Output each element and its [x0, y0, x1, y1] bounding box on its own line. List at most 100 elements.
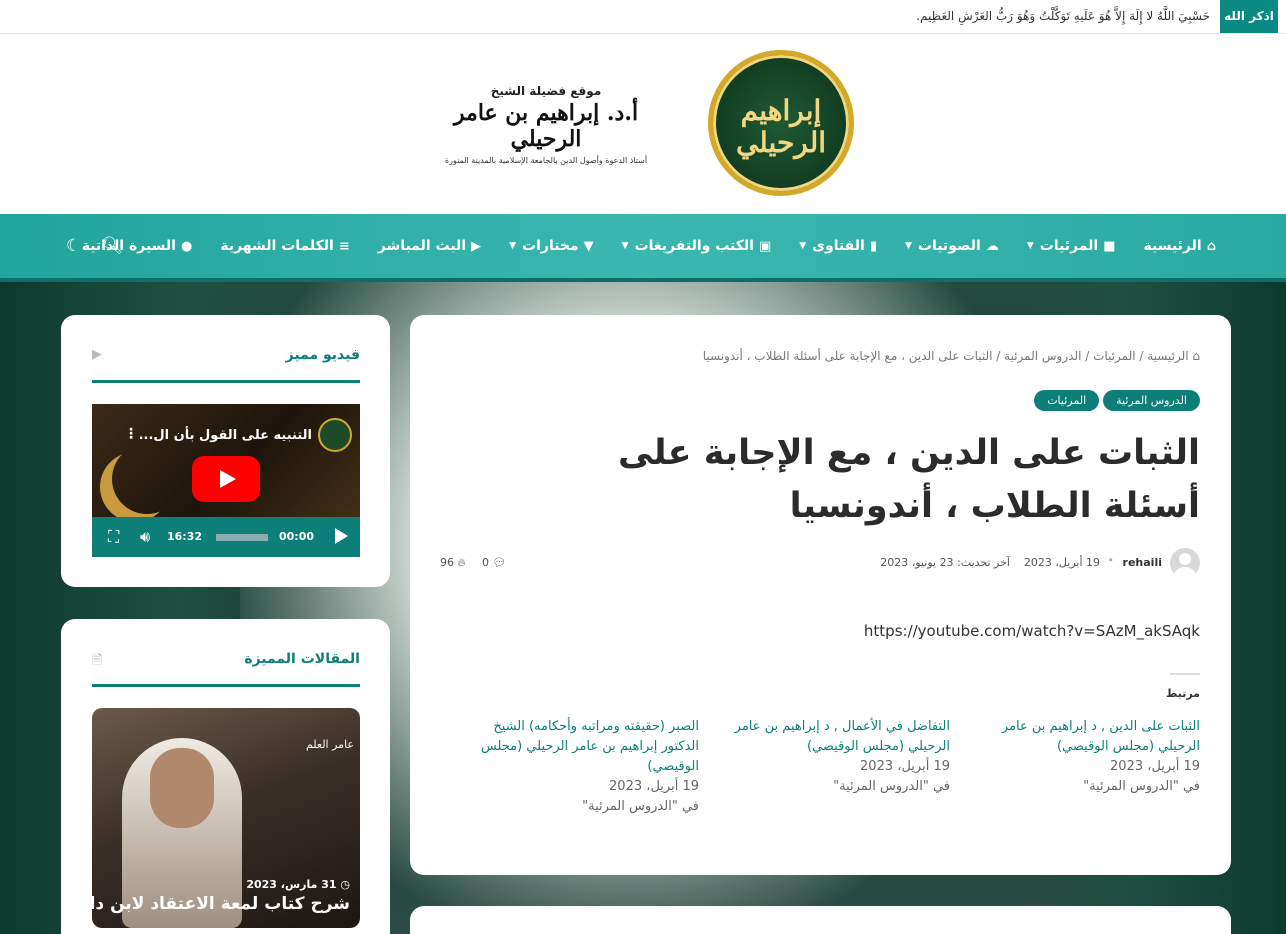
home-icon: ⌂ [1188, 349, 1200, 363]
widget-header: المقالات المميزة 🗎 [92, 649, 360, 687]
site-name: أ.د. إبراهيم بن عامر الرحيلي [453, 100, 639, 152]
sheikh-face [150, 748, 214, 828]
tag-videos[interactable]: المرئيات [1034, 390, 1100, 411]
nav-item-fatwas[interactable]: ▮ الفتاوى ▼ [799, 238, 877, 254]
breadcrumb-text: الرئيسية / المرئيات / الدروس المرئية / ا… [702, 349, 1189, 363]
nav-item-label: البث المباشر [377, 238, 467, 254]
chevron-down-icon: ▼ [799, 241, 807, 251]
widget-title: فيديو مميز [285, 347, 360, 363]
fullscreen-icon[interactable]: ⛶ [108, 527, 119, 547]
more-options-icon[interactable]: ⋮ [124, 426, 138, 442]
chevron-down-icon: ▼ [621, 241, 629, 251]
nav-item-label: المرئيات [1039, 238, 1099, 254]
nav-item-label: الكتب والتفريغات [634, 238, 754, 254]
nav-item-videos[interactable]: ■ المرئيات ▼ [1027, 238, 1116, 254]
site-logo[interactable]: إبراهيم الرحيلي [708, 50, 854, 196]
chevron-down-icon: ▼ [1026, 241, 1034, 251]
related-title[interactable]: الثبات على الدين , د إبراهيم بن عامر الر… [978, 717, 1200, 757]
bookmark-icon: ▼ [583, 238, 594, 254]
youtube-link[interactable]: https://youtube.com/watch?v=SAzM_akSAqk [864, 622, 1200, 640]
site-title-block[interactable]: موقع فضيلة الشيخ أ.د. إبراهيم بن عامر ال… [430, 84, 662, 165]
document-icon: 🗎 [92, 653, 103, 668]
article-meta: rehaili • 19 أبريل، 2023 آخر تحديث: 23 ي… [440, 548, 1200, 578]
open-book-icon: ▣ [758, 238, 772, 254]
related-item[interactable]: الصبر (حقيقته ومراتبه وأحكامه) الشيخ الد… [477, 717, 699, 817]
channel-logo: عامر العلم [305, 738, 354, 751]
cloud-icon: ☁ [985, 238, 999, 254]
video-title[interactable]: التنبيه على القول بأن ال... [139, 428, 312, 443]
nav-item-selections[interactable]: ▼ مختارات ▼ [509, 238, 594, 254]
views-value: 96 [440, 556, 454, 569]
nav-item-label: الصوتيات [917, 238, 981, 254]
site-label: موقع فضيلة الشيخ [490, 84, 602, 98]
user-icon: ● [180, 238, 193, 254]
video-icon: ■ [1103, 238, 1116, 254]
channel-avatar[interactable] [318, 418, 352, 452]
youtube-play-button[interactable] [192, 456, 260, 502]
nav-item-home[interactable]: ⌂ الرئيسية [1144, 238, 1217, 254]
current-time: 00:00 [278, 530, 314, 543]
play-icon[interactable] [335, 528, 348, 544]
comments-value: 0 [482, 556, 489, 569]
related-item[interactable]: الثبات على الدين , د إبراهيم بن عامر الر… [978, 717, 1200, 797]
related-heading: مرتبط [1166, 673, 1200, 700]
search-icon[interactable]: 🔍︎ [101, 236, 123, 256]
related-category: في "الدروس المرئية" [1083, 779, 1200, 794]
site-header: إبراهيم الرحيلي موقع فضيلة الشيخ أ.د. إب… [0, 34, 1286, 214]
widget-title: المقالات المميزة [244, 651, 360, 667]
main-nav: ⌂ الرئيسية ■ المرئيات ▼ ☁ الصوتيات ▼ ▮ الفتاوى… [0, 214, 1286, 282]
article-card: ⌂ الرئيسية / المرئيات / الدروس المرئية /… [410, 315, 1231, 875]
breadcrumb[interactable]: ⌂ الرئيسية / المرئيات / الدروس المرئية /… [703, 349, 1200, 363]
volume-icon[interactable]: 🔊︎ [140, 527, 150, 547]
nav-item-live[interactable]: ▶ البث المباشر [378, 238, 481, 254]
article-title: الثبات على الدين ، مع الإجابة على أسئلة … [617, 433, 1200, 526]
publish-date: 19 أبريل، 2023 [1023, 556, 1100, 569]
comments-icon: 💬︎ [489, 556, 507, 569]
related-title[interactable]: التفاضل في الأعمال , د إبراهيم بن عامر ا… [728, 717, 950, 757]
logo-calligraphy: إبراهيم الرحيلي [735, 94, 827, 159]
category-tags: الدروس المرئية المرئيات [1030, 390, 1200, 411]
chevron-down-icon: ▼ [509, 241, 517, 251]
player-controls: 00:00 16:32 🔊︎ ⛶ [92, 517, 360, 557]
book-icon: ▮ [869, 238, 877, 254]
featured-article-card[interactable]: عامر العلم ◷ 31 مارس، 2023 شرح كتاب لمعة… [92, 708, 360, 928]
moon-icon[interactable]: ☾ [66, 236, 81, 256]
nav-item-audio[interactable]: ☁ الصوتيات ▼ [905, 238, 999, 254]
home-icon: ⌂ [1206, 238, 1216, 254]
video-player[interactable]: التنبيه على القول بأن ال... ⋮ 00:00 16:3… [92, 404, 360, 557]
list-icon: ≡ [338, 238, 350, 254]
related-date: 19 أبريل، 2023 [609, 779, 699, 794]
related-title[interactable]: الصبر (حقيقته ومراتبه وأحكامه) الشيخ الد… [477, 717, 699, 777]
updated-date: آخر تحديث: 23 يونيو، 2023 [880, 556, 1010, 569]
nav-menu: ⌂ الرئيسية ■ المرئيات ▼ ☁ الصوتيات ▼ ▮ الفتاوى… [54, 214, 1216, 278]
nav-item-label: مختارات [522, 238, 579, 254]
related-item[interactable]: التفاضل في الأعمال , د إبراهيم بن عامر ا… [728, 717, 950, 797]
site-subtitle: أستاذ الدعوة وأصول الدين بالجامعة الإسلا… [444, 156, 648, 165]
related-date: 19 أبريل، 2023 [860, 759, 950, 774]
zikr-text: حَسْبِيَ اللَّهُ لا إِلَهَ إِلاَّ هُوَ ع… [916, 9, 1210, 23]
nav-tools: 🔍︎ ☾ [66, 214, 143, 278]
comments-count[interactable]: 💬︎ 0 [482, 556, 506, 569]
featured-date: ◷ 31 مارس، 2023 [246, 878, 350, 891]
play-icon: ▶ [92, 347, 102, 362]
nav-item-label: الرئيسية [1143, 238, 1202, 254]
nav-item-monthly[interactable]: ≡ الكلمات الشهرية [220, 238, 349, 254]
remember-allah-badge: اذكر الله [1220, 0, 1278, 33]
nav-item-label: الفتاوى [812, 238, 865, 254]
fire-icon: 🔥︎ [454, 556, 466, 569]
widget-header: فيديو مميز ▶ [92, 345, 360, 383]
progress-track[interactable] [216, 534, 268, 541]
related-category: في "الدروس المرئية" [833, 779, 950, 794]
avatar[interactable] [1170, 548, 1200, 578]
author-name[interactable]: rehaili [1123, 556, 1162, 569]
chevron-down-icon: ▼ [904, 241, 912, 251]
top-bar: اذكر الله حَسْبِيَ اللَّهُ لا إِلَهَ إِل… [0, 0, 1286, 34]
featured-video-widget: فيديو مميز ▶ التنبيه على القول بأن ال...… [61, 315, 390, 587]
nav-item-books[interactable]: ▣ الكتب والتفريغات ▼ [622, 238, 772, 254]
related-category: في "الدروس المرئية" [582, 799, 699, 814]
featured-articles-widget: المقالات المميزة 🗎 عامر العلم ◷ 31 مارس،… [61, 619, 390, 934]
featured-title[interactable]: شرح كتاب لمعة الاعتقاد لابن دام [92, 894, 350, 914]
tag-visual-lessons[interactable]: الدروس المرئية [1103, 390, 1200, 411]
nav-item-label: الكلمات الشهرية [220, 238, 334, 254]
youtube-icon: ▶ [471, 238, 482, 254]
